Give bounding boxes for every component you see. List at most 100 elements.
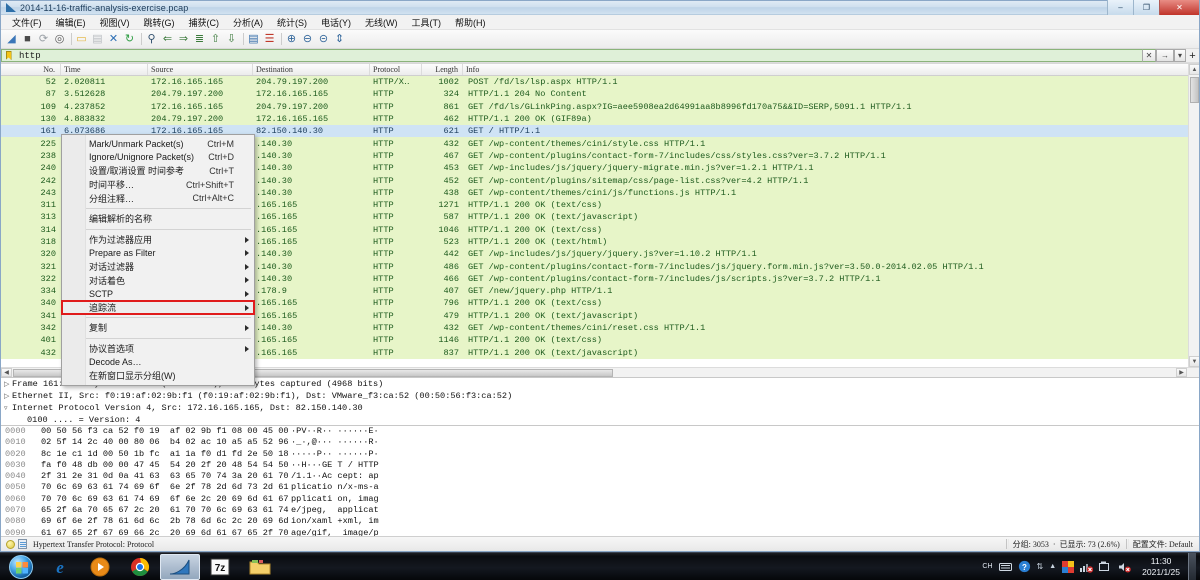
auto-scroll-icon[interactable]: ▤ [246,32,261,47]
menu-telephony[interactable]: 电话(Y) [314,15,358,30]
ctx-copy[interactable]: 复制 [62,321,254,335]
reload-file-icon[interactable]: ↻ [122,32,137,47]
ctx-colorize-conversation[interactable]: 对话着色 [62,273,254,287]
colorize-icon[interactable]: ☰ [262,32,277,47]
taskbar-clock[interactable]: 11:30 2021/1/25 [1134,556,1188,578]
go-to-packet-icon[interactable]: ≣ [192,32,207,47]
tree-expander-icon[interactable]: ▿ [4,403,12,415]
detail-ethernet[interactable]: ▷ Ethernet II, Src: f0:19:af:02:9b:f1 (f0… [1,390,1199,402]
column-header-info[interactable]: Info [463,64,1199,75]
hex-dump-row[interactable]: 0010 02 5f 14 2c 40 00 80 06 b4 02 ac 10 … [1,437,1199,448]
display-filter-input[interactable]: http [15,49,1142,62]
hex-dump-row[interactable]: 0020 8c 1e c1 1d 00 50 1b fc a1 1a f0 d1 … [1,449,1199,460]
restart-capture-icon[interactable]: ⟳ [36,32,51,47]
scroll-down-arrow-icon[interactable]: ▼ [1189,356,1199,367]
vertical-scroll-thumb[interactable] [1190,77,1199,103]
packet-list-vertical-scrollbar[interactable]: ▲ ▼ [1188,64,1199,367]
taskbar-wireshark-icon[interactable] [160,553,200,580]
go-back-icon[interactable]: ⇐ [160,32,175,47]
detail-ip-version[interactable]: 0100 .... = Version: 4 [1,414,1199,425]
tray-volume-icon[interactable] [1118,561,1131,573]
ctx-ignore-unignore-packet[interactable]: Ignore/Unignore Packet(s) Ctrl+D [62,151,254,165]
scroll-up-arrow-icon[interactable]: ▲ [1189,64,1199,75]
ctx-set-time-reference[interactable]: 设置/取消设置 时间参考 Ctrl+T [62,164,254,178]
menu-file[interactable]: 文件(F) [5,15,49,30]
ctx-mark-unmark-packet[interactable]: Mark/Unmark Packet(s) Ctrl+M [62,137,254,151]
packet-bytes-pane[interactable]: 0000 00 50 56 f3 ca 52 f0 19 af 02 9b f1 … [1,425,1199,543]
column-header-length[interactable]: Length [422,64,463,75]
taskbar-media-player-icon[interactable] [80,554,120,580]
filter-apply-button[interactable]: → [1156,49,1174,62]
ctx-decode-as[interactable]: Decode As… [62,355,254,369]
ctx-apply-as-filter[interactable]: 作为过滤器应用 [62,233,254,247]
stop-capture-icon[interactable]: ■ [20,32,35,47]
column-header-no[interactable]: No. [1,64,61,75]
menu-help[interactable]: 帮助(H) [448,15,493,30]
status-profile[interactable]: 配置文件: Default [1133,539,1193,550]
zoom-out-icon[interactable]: ⊖ [300,32,315,47]
show-desktop-button[interactable] [1188,552,1196,580]
hex-dump-row[interactable]: 0050 70 6c 69 63 61 74 69 6f 6e 2f 78 2d … [1,482,1199,493]
go-to-first-icon[interactable]: ⇧ [208,32,223,47]
tray-keyboard-icon[interactable] [998,562,1012,572]
open-file-icon[interactable]: ▭ [74,32,89,47]
tray-input-method-icon[interactable]: CH [982,563,992,570]
table-row[interactable]: 130 4.883832 204.79.197.200 172.16.165.165 H… [1,112,1199,126]
column-header-time[interactable]: Time [61,64,148,75]
menu-analyze[interactable]: 分析(A) [226,15,270,30]
menu-go[interactable]: 跳转(G) [137,15,182,30]
taskbar-internet-explorer-icon[interactable]: e [40,554,80,580]
save-file-icon[interactable]: ▤ [90,32,105,47]
menu-view[interactable]: 视图(V) [93,15,137,30]
scroll-left-arrow-icon[interactable]: ◀ [1,368,12,377]
tray-action-center-icon[interactable] [1099,561,1112,573]
filter-bookmark-icon[interactable] [1,49,15,62]
scroll-right-arrow-icon[interactable]: ▶ [1176,368,1187,377]
hex-dump-row[interactable]: 0070 65 2f 6a 70 65 67 2c 20 61 70 70 6c … [1,505,1199,516]
start-capture-icon[interactable]: ◢ [4,32,19,47]
capture-file-properties-icon[interactable] [18,539,27,549]
capture-options-icon[interactable]: ◎ [52,32,67,47]
packet-list-header[interactable]: No. Time Source Destination Protocol Len… [1,64,1199,76]
expert-info-bulb-icon[interactable] [6,539,15,549]
find-packet-icon[interactable]: ⚲ [144,32,159,47]
table-row[interactable]: 52 2.020811 172.16.165.165 204.79.197.200 HT… [1,76,1199,89]
table-row[interactable]: 87 3.512628 204.79.197.200 172.16.165.165 HT… [1,88,1199,101]
ctx-packet-comment[interactable]: 分组注释… Ctrl+Alt+C [62,191,254,205]
close-file-icon[interactable]: ✕ [106,32,121,47]
detail-ipv4[interactable]: ▿ Internet Protocol Version 4, Src: 172.1… [1,402,1199,414]
filter-add-button[interactable]: + [1186,49,1199,62]
go-to-last-icon[interactable]: ⇩ [224,32,239,47]
ctx-protocol-preferences[interactable]: 协议首选项 [62,342,254,356]
hex-dump-row[interactable]: 0000 00 50 56 f3 ca 52 f0 19 af 02 9b f1 … [1,426,1199,437]
menu-capture[interactable]: 捕获(C) [182,15,227,30]
normal-size-icon[interactable]: ⊝ [316,32,331,47]
tray-show-hidden-icon[interactable]: ▲ [1049,563,1056,570]
ctx-follow-stream[interactable]: 追踪流 [61,299,255,316]
ctx-time-shift[interactable]: 时间平移… Ctrl+Shift+T [62,178,254,192]
tray-sync-icon[interactable]: ⇅ [1037,562,1044,571]
packet-context-menu[interactable]: Mark/Unmark Packet(s) Ctrl+M Ignore/Unigno… [61,134,255,386]
taskbar-7zip-icon[interactable]: 7z [200,554,240,580]
ctx-conversation-filter[interactable]: 对话过滤器 [62,260,254,274]
filter-clear-button[interactable]: ✕ [1142,49,1156,62]
ctx-edit-resolved-name[interactable]: 编辑解析的名称 [62,212,254,226]
table-row[interactable]: 109 4.237852 172.16.165.165 204.79.197.200 H… [1,100,1199,113]
tray-network-icon[interactable] [1080,561,1094,573]
taskbar-file-explorer-icon[interactable] [240,554,280,580]
column-header-source[interactable]: Source [148,64,253,75]
hex-dump-row[interactable]: 0040 2f 31 2e 31 0d 0a 41 63 63 65 70 74 … [1,471,1199,482]
menu-edit[interactable]: 编辑(E) [49,15,93,30]
tray-colors-icon[interactable] [1062,560,1075,573]
windows-start-orb-icon[interactable] [2,554,40,580]
filter-dropdown-button[interactable]: ▾ [1174,49,1186,62]
maximize-button[interactable]: ❐ [1133,0,1159,15]
go-forward-icon[interactable]: ⇒ [176,32,191,47]
tray-help-icon[interactable]: ? [1018,560,1031,573]
zoom-in-icon[interactable]: ⊕ [284,32,299,47]
ctx-prepare-as-filter[interactable]: Prepare as Filter [62,246,254,260]
resize-columns-icon[interactable]: ⇕ [332,32,347,47]
menu-wireless[interactable]: 无线(W) [358,15,405,30]
menu-statistics[interactable]: 统计(S) [270,15,314,30]
hex-dump-row[interactable]: 0080 69 6f 6e 2f 78 61 6d 6c 2b 78 6d 6c … [1,516,1199,527]
